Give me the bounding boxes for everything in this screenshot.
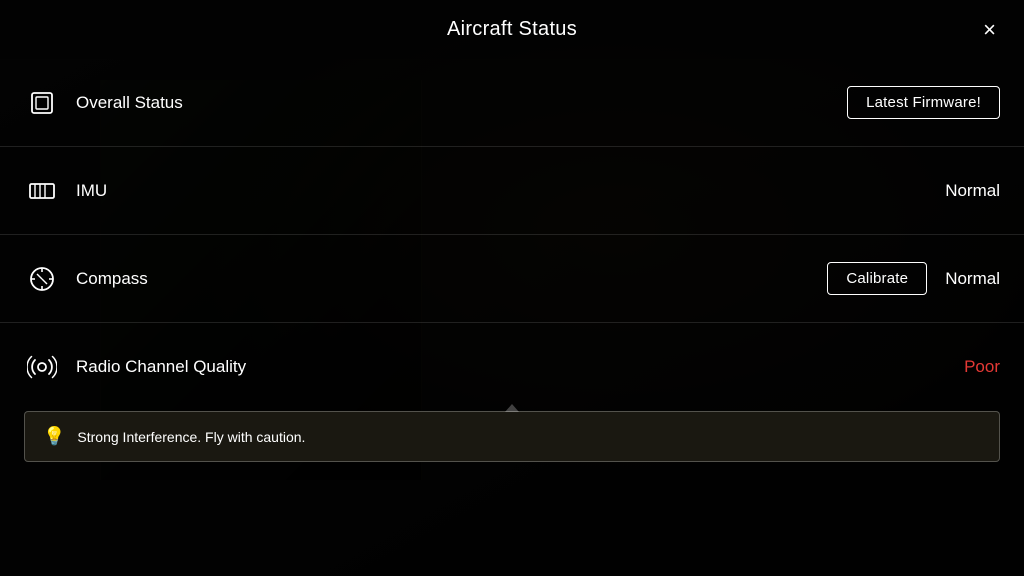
- overall-status-row: Overall Status Latest Firmware!: [0, 59, 1024, 147]
- warning-text: Strong Interference. Fly with caution.: [77, 429, 305, 445]
- imu-label: IMU: [76, 181, 945, 201]
- lightbulb-icon: 💡: [43, 426, 65, 447]
- modal-header: Aircraft Status ×: [0, 0, 1024, 59]
- radio-channel-value: Poor: [964, 357, 1000, 377]
- imu-value: Normal: [945, 181, 1000, 201]
- radio-channel-label: Radio Channel Quality: [76, 357, 964, 377]
- modal-title: Aircraft Status: [447, 18, 577, 41]
- imu-row: IMU Normal: [0, 147, 1024, 235]
- overall-status-label: Overall Status: [76, 93, 847, 113]
- modal-content: Overall Status Latest Firmware! IMU Norm…: [0, 59, 1024, 576]
- compass-icon: [24, 261, 60, 297]
- compass-value: Normal: [945, 269, 1000, 289]
- compass-label: Compass: [76, 269, 827, 289]
- aircraft-status-modal: Aircraft Status × Overall Status Latest …: [0, 0, 1024, 576]
- latest-firmware-button[interactable]: Latest Firmware!: [847, 86, 1000, 119]
- close-button[interactable]: ×: [975, 15, 1004, 45]
- radio-channel-row: Radio Channel Quality Poor: [0, 323, 1024, 411]
- device-icon: [24, 85, 60, 121]
- calibrate-button[interactable]: Calibrate: [827, 262, 927, 295]
- radio-icon: [24, 349, 60, 385]
- warning-banner: 💡 Strong Interference. Fly with caution.: [24, 411, 1000, 462]
- imu-icon: [24, 173, 60, 209]
- compass-row: Compass Calibrate Normal: [0, 235, 1024, 323]
